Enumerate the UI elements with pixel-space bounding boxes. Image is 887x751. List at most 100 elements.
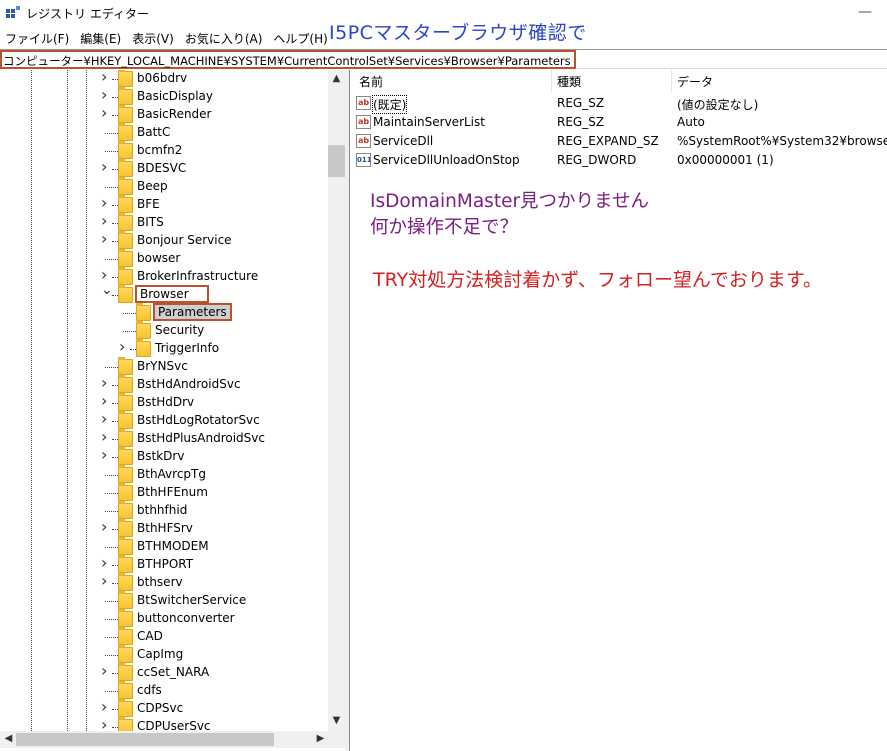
chevron-right-icon[interactable]: ›: [101, 697, 107, 716]
chevron-right-icon[interactable]: ›: [101, 193, 107, 212]
tree-item[interactable]: BthHFEnum: [0, 483, 328, 502]
tree-item[interactable]: Beep: [0, 177, 328, 196]
tree-item[interactable]: ⌄ Browser: [0, 282, 328, 304]
tree-item-label[interactable]: TriggerInfo: [153, 341, 221, 355]
chevron-right-icon[interactable]: ›: [101, 445, 107, 464]
chevron-right-icon[interactable]: ›: [101, 70, 107, 86]
tree-item[interactable]: › Bonjour Service: [0, 229, 328, 250]
tree-item[interactable]: BtSwitcherService: [0, 591, 328, 610]
value-row[interactable]: ab ServiceDll REG_EXPAND_SZ %SystemRoot%¥Sy…: [351, 132, 887, 151]
chevron-right-icon[interactable]: ›: [101, 427, 107, 446]
value-row[interactable]: ab (既定) REG_SZ (値の設定なし): [351, 94, 887, 114]
chevron-right-icon[interactable]: ›: [101, 553, 107, 572]
chevron-right-icon[interactable]: ›: [101, 391, 107, 410]
tree-item[interactable]: › ccSet_NARA: [0, 661, 328, 682]
tree-item[interactable]: BTHMODEM: [0, 537, 328, 556]
tree-item-label[interactable]: BstHdLogRotatorSvc: [135, 413, 262, 427]
tree-item-label[interactable]: BstHdPlusAndroidSvc: [135, 431, 267, 445]
tree-item[interactable]: › BFE: [0, 193, 328, 214]
tree-item[interactable]: › BstHdDrv: [0, 391, 328, 412]
tree-item[interactable]: cdfs: [0, 681, 328, 700]
tree-item-label[interactable]: bcmfn2: [135, 143, 184, 157]
chevron-right-icon[interactable]: ›: [101, 157, 107, 176]
tree-item[interactable]: BrYNSvc: [0, 357, 328, 376]
chevron-right-icon[interactable]: ›: [101, 85, 107, 104]
column-divider[interactable]: [551, 70, 552, 92]
tree-item[interactable]: bcmfn2: [0, 141, 328, 160]
tree-item-label[interactable]: BFE: [135, 197, 162, 211]
tree-item[interactable]: › bthserv: [0, 571, 328, 592]
tree-item[interactable]: › CDPSvc: [0, 697, 328, 718]
tree-item-label[interactable]: cdfs: [135, 683, 164, 697]
tree-item[interactable]: › BITS: [0, 211, 328, 232]
chevron-right-icon[interactable]: ›: [101, 103, 107, 122]
tree-item-label[interactable]: ccSet_NARA: [135, 665, 211, 679]
tree-item-label[interactable]: Beep: [135, 179, 170, 193]
scroll-down-icon[interactable]: ▼: [328, 715, 345, 726]
menu-favorites[interactable]: お気に入り(A): [180, 28, 263, 48]
menu-help[interactable]: ヘルプ(H): [268, 28, 327, 48]
value-name[interactable]: MaintainServerList: [373, 115, 485, 129]
tree-item-label[interactable]: BattC: [135, 125, 172, 139]
pane-splitter[interactable]: [345, 70, 350, 751]
tree-item[interactable]: › BasicDisplay: [0, 85, 328, 106]
tree-item[interactable]: › BstHdAndroidSvc: [0, 373, 328, 394]
chevron-right-icon[interactable]: ›: [101, 715, 107, 731]
value-name[interactable]: ServiceDll: [373, 134, 433, 148]
scroll-left-icon[interactable]: ◀: [0, 733, 17, 744]
tree-item-label[interactable]: Parameters: [153, 303, 232, 321]
tree-item[interactable]: › BrokerInfrastructure: [0, 265, 328, 286]
tree-item-label[interactable]: Bonjour Service: [135, 233, 234, 247]
tree-item[interactable]: BthAvrcpTg: [0, 465, 328, 484]
column-header-data[interactable]: データ: [677, 73, 713, 90]
chevron-right-icon[interactable]: ›: [101, 409, 107, 428]
tree-item-label[interactable]: BthHFEnum: [135, 485, 210, 499]
tree-item-label[interactable]: Browser: [135, 285, 209, 303]
tree-item[interactable]: bowser: [0, 249, 328, 268]
tree-item-label[interactable]: CapImg: [135, 647, 185, 661]
tree-item-label[interactable]: BrokerInfrastructure: [135, 269, 260, 283]
column-header-type[interactable]: 種類: [557, 73, 581, 90]
tree-item[interactable]: › BstHdLogRotatorSvc: [0, 409, 328, 430]
tree-item-label[interactable]: BTHMODEM: [135, 539, 211, 553]
scroll-up-icon[interactable]: ▲: [328, 73, 345, 84]
menu-view[interactable]: 表示(V): [127, 28, 174, 48]
tree-item-label[interactable]: buttonconverter: [135, 611, 237, 625]
tree-item[interactable]: buttonconverter: [0, 609, 328, 628]
minimize-button[interactable]: —: [858, 4, 872, 20]
menu-file[interactable]: ファイル(F): [0, 28, 69, 48]
address-path[interactable]: コンピューター¥HKEY_LOCAL_MACHINE¥SYSTEM¥Curren…: [0, 50, 576, 69]
tree-item[interactable]: › BTHPORT: [0, 553, 328, 574]
tree-item-label[interactable]: BITS: [135, 215, 166, 229]
chevron-right-icon[interactable]: ›: [101, 571, 107, 590]
address-bar[interactable]: コンピューター¥HKEY_LOCAL_MACHINE¥SYSTEM¥Curren…: [0, 49, 887, 69]
tree-item[interactable]: › BstHdPlusAndroidSvc: [0, 427, 328, 448]
chevron-down-icon[interactable]: ⌄: [101, 282, 113, 298]
tree-item-label[interactable]: BasicDisplay: [135, 89, 215, 103]
tree-item[interactable]: CapImg: [0, 645, 328, 664]
value-row[interactable]: 011 ServiceDllUnloadOnStop REG_DWORD 0x0000…: [351, 151, 887, 170]
vertical-scroll-thumb[interactable]: [328, 145, 345, 177]
chevron-right-icon[interactable]: ›: [101, 373, 107, 392]
tree-item-label[interactable]: BasicRender: [135, 107, 214, 121]
column-header-name[interactable]: 名前: [359, 73, 383, 90]
tree-horizontal-scrollbar[interactable]: ◀ ▶: [0, 731, 345, 748]
tree-item-label[interactable]: BthHFSrv: [135, 521, 195, 535]
value-name[interactable]: ServiceDllUnloadOnStop: [373, 153, 520, 167]
chevron-right-icon[interactable]: ›: [101, 211, 107, 230]
menu-edit[interactable]: 編集(E): [75, 28, 121, 48]
tree-item[interactable]: BattC: [0, 123, 328, 142]
tree-item-label[interactable]: BstHdDrv: [135, 395, 196, 409]
tree-item-label[interactable]: BtSwitcherService: [135, 593, 248, 607]
tree-item[interactable]: › BthHFSrv: [0, 517, 328, 538]
tree-vertical-scrollbar[interactable]: ▲ ▼: [328, 70, 345, 731]
tree-item[interactable]: › CDPUserSvc: [0, 715, 328, 731]
value-name[interactable]: (既定): [371, 95, 408, 114]
tree-item-label[interactable]: BTHPORT: [135, 557, 195, 571]
scroll-right-icon[interactable]: ▶: [312, 733, 329, 744]
tree-item-label[interactable]: BDESVC: [135, 161, 188, 175]
chevron-right-icon[interactable]: ›: [101, 229, 107, 248]
tree-item[interactable]: › BDESVC: [0, 157, 328, 178]
tree-item[interactable]: bthhfhid: [0, 501, 328, 520]
tree-item-label[interactable]: CDPSvc: [135, 701, 185, 715]
